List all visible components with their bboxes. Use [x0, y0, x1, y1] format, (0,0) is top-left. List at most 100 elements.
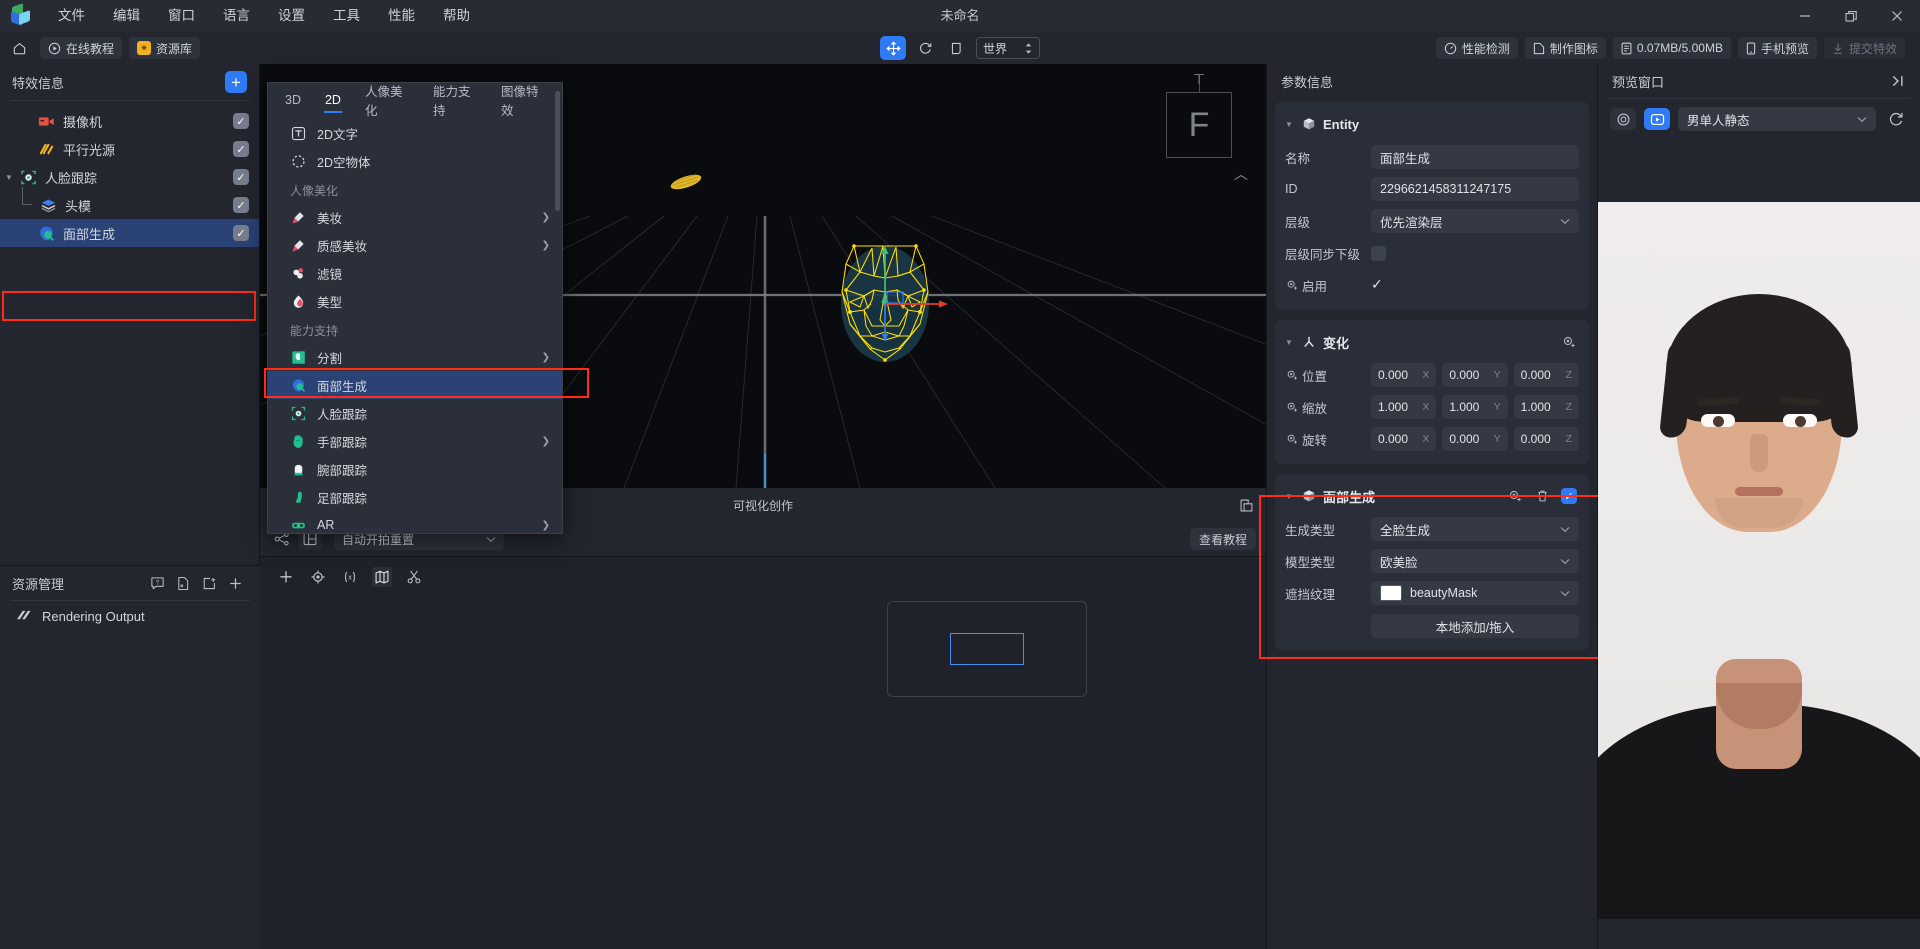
tree-row-camera[interactable]: 摄像机 ✓	[0, 107, 259, 135]
tree-row-head-model[interactable]: 头模 ✓	[0, 187, 259, 219]
visibility-checkbox[interactable]: ✓	[233, 169, 249, 185]
menu-item-2d-text[interactable]: 2D文字	[268, 119, 562, 147]
position-y-input[interactable]: 0.000 Y	[1442, 363, 1508, 387]
new-folder-icon[interactable]	[196, 576, 222, 591]
timeline-clip-card[interactable]	[887, 601, 1087, 697]
entity-layer-select[interactable]: 优先渲染层	[1371, 209, 1579, 233]
view-orientation-gizmo[interactable]: ⊤ F	[1166, 71, 1232, 158]
visibility-checkbox[interactable]: ✓	[233, 113, 249, 129]
menu-item-filter[interactable]: 滤镜	[268, 259, 562, 287]
collapse-right-icon[interactable]	[1891, 74, 1906, 88]
entity-layer-sync-checkbox[interactable]	[1371, 245, 1386, 261]
menu-item-language[interactable]: 语言	[209, 0, 264, 32]
collapse-caret-icon[interactable]: ▼	[1285, 120, 1295, 129]
visibility-checkbox[interactable]: ✓	[233, 197, 249, 213]
camera-toggle-icon[interactable]	[1610, 108, 1636, 130]
menu-item-face-tracking[interactable]: 人脸跟踪	[268, 399, 562, 427]
scale-z-input[interactable]: 1.000 Z	[1513, 395, 1579, 419]
add-icon[interactable]	[222, 576, 248, 591]
list-item[interactable]: Rendering Output	[0, 601, 260, 631]
add-keyframe-icon[interactable]	[1559, 335, 1579, 349]
menu-item-edit[interactable]: 编辑	[99, 0, 154, 32]
collapse-caret-icon[interactable]: ▼	[1285, 492, 1295, 501]
menu-item-performance[interactable]: 性能	[374, 0, 429, 32]
tree-row-face-tracking[interactable]: ▼ 人脸跟踪 ✓	[0, 163, 259, 191]
menu-item-wrist-tracking[interactable]: 腕部跟踪	[268, 455, 562, 483]
submit-effect-button[interactable]: 提交特效	[1823, 37, 1905, 59]
tree-row-face-generation[interactable]: 面部生成 ✓	[0, 219, 259, 247]
menu-item-ar[interactable]: AR ❯	[268, 511, 562, 539]
tab-image-effects[interactable]: 图像特效	[490, 83, 556, 118]
entity-name-input[interactable]: 面部生成	[1371, 145, 1579, 169]
menu-item-makeup[interactable]: 美妆 ❯	[268, 203, 562, 231]
local-add-drop-button[interactable]: 本地添加/拖入	[1371, 614, 1579, 638]
mask-texture-select[interactable]: beautyMask	[1371, 581, 1579, 605]
tab-portrait-beauty[interactable]: 人像美化	[354, 83, 420, 118]
delete-icon[interactable]	[1532, 489, 1552, 503]
tab-3d[interactable]: 3D	[274, 83, 312, 117]
add-keyframe-icon[interactable]	[1505, 489, 1525, 503]
scale-tool-button[interactable]	[944, 36, 970, 60]
menu-item-face-generation[interactable]: 面部生成	[268, 371, 562, 399]
rotate-tool-button[interactable]	[912, 36, 938, 60]
model-type-select[interactable]: 欧美脸	[1371, 549, 1579, 573]
entity-enable-checkbox[interactable]: ✓	[1371, 276, 1383, 292]
maximize-button[interactable]	[1828, 0, 1874, 32]
phone-preview-button[interactable]: 手机预览	[1737, 37, 1817, 59]
rotation-x-input[interactable]: 0.000 X	[1371, 427, 1437, 451]
keyframe-track-icon[interactable]	[1285, 369, 1298, 382]
scale-x-input[interactable]: 1.000 X	[1371, 395, 1437, 419]
menu-item-settings[interactable]: 设置	[264, 0, 319, 32]
gizmo-collapse-icon[interactable]: ︿	[1234, 164, 1248, 184]
keyframe-track-icon[interactable]	[1285, 279, 1298, 292]
visibility-checkbox[interactable]: ✓	[233, 225, 249, 241]
add-icon[interactable]	[276, 567, 296, 587]
menu-item-window[interactable]: 窗口	[154, 0, 209, 32]
timeline-clip-selection[interactable]	[950, 633, 1024, 665]
visibility-checkbox[interactable]: ✓	[233, 141, 249, 157]
import-file-icon[interactable]	[170, 576, 196, 591]
performance-check-button[interactable]: 性能检测	[1435, 37, 1518, 59]
resource-library-button[interactable]: ✷ 资源库	[129, 37, 201, 59]
entity-id-input[interactable]: 2296621458311247175	[1371, 177, 1579, 201]
add-effect-button[interactable]: +	[225, 71, 247, 93]
minimize-button[interactable]	[1782, 0, 1828, 32]
gen-type-select[interactable]: 全脸生成	[1371, 517, 1579, 541]
scale-y-input[interactable]: 1.000 Y	[1442, 395, 1508, 419]
keyframe-track-icon[interactable]	[1285, 401, 1298, 414]
menu-item-segmentation[interactable]: 分割 ❯	[268, 343, 562, 371]
expander-caret-icon[interactable]: ▼	[0, 173, 18, 182]
make-icon-button[interactable]: 制作图标	[1524, 37, 1606, 59]
position-x-input[interactable]: 0.000 X	[1371, 363, 1437, 387]
collapse-caret-icon[interactable]: ▼	[1285, 338, 1295, 347]
menu-item-hand-tracking[interactable]: 手部跟踪 ❯	[268, 427, 562, 455]
menu-item-foot-tracking[interactable]: 足部跟踪	[268, 483, 562, 511]
position-z-input[interactable]: 0.000 Z	[1513, 363, 1579, 387]
close-button[interactable]	[1874, 0, 1920, 32]
rotation-z-input[interactable]: 0.000 Z	[1513, 427, 1579, 451]
map-icon[interactable]	[372, 567, 392, 587]
tree-row-directional-light[interactable]: 平行光源 ✓	[0, 135, 259, 163]
move-tool-button[interactable]	[880, 36, 906, 60]
view-tutorial-button[interactable]: 查看教程	[1189, 528, 1256, 550]
expression-icon[interactable]: x	[340, 567, 360, 587]
menu-item-texture-makeup[interactable]: 质感美妆 ❯	[268, 231, 562, 259]
viewport-expand-button[interactable]	[1239, 498, 1254, 513]
face-generation-enable-checkbox[interactable]: ✓	[1561, 488, 1577, 504]
menu-item-2d-empty[interactable]: 2D空物体	[268, 147, 562, 175]
video-toggle-icon[interactable]	[1644, 108, 1670, 130]
keyframe-icon[interactable]	[308, 567, 328, 587]
preview-source-select[interactable]: 男单人静态	[1678, 107, 1876, 131]
refresh-icon[interactable]	[1884, 111, 1908, 127]
menu-item-help[interactable]: 帮助	[429, 0, 484, 32]
flyout-scrollbar[interactable]	[555, 91, 560, 211]
home-button[interactable]	[6, 37, 33, 59]
cut-icon[interactable]	[404, 567, 424, 587]
menu-item-reshape[interactable]: 美型	[268, 287, 562, 315]
help-icon[interactable]: ?	[144, 576, 170, 591]
coordinate-space-select[interactable]: 世界	[976, 37, 1040, 59]
online-tutorial-button[interactable]: 在线教程	[40, 37, 123, 59]
keyframe-track-icon[interactable]	[1285, 433, 1298, 446]
menu-item-tools[interactable]: 工具	[319, 0, 374, 32]
tab-capability-support[interactable]: 能力支持	[422, 83, 488, 118]
